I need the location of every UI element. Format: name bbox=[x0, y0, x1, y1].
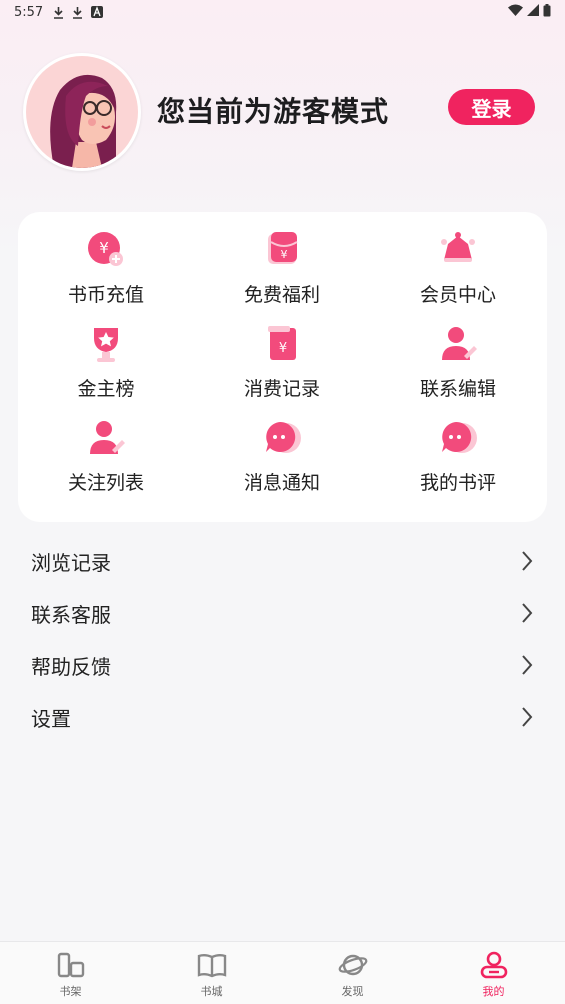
bottom-tab-bar: 书架 书城 发现 我的 bbox=[0, 941, 565, 1004]
feature-grid-card: ¥ 书币充值 ¥ 免费福利 会员中心 金主榜 ¥ 消费记录 联系编辑 关注列表 … bbox=[18, 212, 547, 522]
tab-label: 书城 bbox=[200, 985, 223, 998]
red-envelope-icon: ¥ bbox=[260, 228, 304, 272]
tab-mine[interactable]: 我的 bbox=[423, 942, 564, 1004]
user-avatar-illustration bbox=[26, 56, 138, 168]
grid-item-contact-editor[interactable]: 联系编辑 bbox=[370, 306, 546, 400]
status-time: 5:57 bbox=[14, 4, 44, 20]
grid-item-label: 我的书评 bbox=[419, 472, 496, 494]
grid-item-message-notifications[interactable]: 消息通知 bbox=[194, 400, 370, 494]
grid-item-top-sponsors[interactable]: 金主榜 bbox=[18, 306, 194, 400]
tab-label: 我的 bbox=[482, 985, 505, 998]
grid-item-follow-list[interactable]: 关注列表 bbox=[18, 400, 194, 494]
grid-item-label: 书币充值 bbox=[67, 284, 144, 306]
login-button[interactable]: 登录 bbox=[448, 89, 535, 125]
menu-item-label: 帮助反馈 bbox=[31, 654, 111, 679]
tab-bookshelf[interactable]: 书架 bbox=[0, 942, 141, 1004]
chevron-right-icon bbox=[522, 551, 533, 571]
contact-editor-icon bbox=[436, 322, 480, 366]
grid-item-label: 会员中心 bbox=[419, 284, 496, 306]
grid-item-label: 消息通知 bbox=[243, 472, 320, 494]
download-icon bbox=[53, 6, 64, 19]
grid-item-label: 免费福利 bbox=[243, 284, 320, 306]
grid-item-label: 联系编辑 bbox=[419, 378, 496, 400]
signal-icon bbox=[527, 4, 539, 20]
coin-recharge-icon: ¥ bbox=[84, 228, 128, 272]
grid-item-member-center[interactable]: 会员中心 bbox=[370, 212, 546, 306]
menu-item-label: 联系客服 bbox=[31, 602, 111, 627]
svg-text:¥: ¥ bbox=[279, 341, 287, 356]
chevron-right-icon bbox=[522, 655, 533, 675]
bill-icon: ¥ bbox=[260, 322, 304, 366]
status-bar: 5:57 bbox=[0, 0, 565, 24]
grid-item-my-reviews[interactable]: 我的书评 bbox=[370, 400, 546, 494]
menu-item-browsing-history[interactable]: 浏览记录 bbox=[0, 535, 565, 587]
profile-icon bbox=[480, 951, 507, 979]
tab-bookstore[interactable]: 书城 bbox=[141, 942, 282, 1004]
grid-item-free-benefits[interactable]: ¥ 免费福利 bbox=[194, 212, 370, 306]
wifi-icon bbox=[508, 4, 523, 20]
trophy-icon bbox=[84, 322, 128, 366]
menu-item-label: 设置 bbox=[31, 706, 71, 731]
planet-icon bbox=[338, 954, 367, 976]
guest-mode-title: 您当前为游客模式 bbox=[157, 95, 390, 128]
grid-item-label: 金主榜 bbox=[77, 378, 135, 400]
tab-label: 书架 bbox=[59, 985, 82, 998]
svg-text:¥: ¥ bbox=[281, 248, 288, 261]
battery-icon bbox=[543, 3, 551, 21]
menu-item-label: 浏览记录 bbox=[31, 550, 111, 575]
menu-item-help-feedback[interactable]: 帮助反馈 bbox=[0, 639, 565, 691]
menu-item-customer-service[interactable]: 联系客服 bbox=[0, 587, 565, 639]
menu-item-settings[interactable]: 设置 bbox=[0, 691, 565, 743]
download-icon bbox=[72, 6, 83, 19]
grid-item-coin-recharge[interactable]: ¥ 书币充值 bbox=[18, 212, 194, 306]
grid-item-label: 消费记录 bbox=[243, 378, 320, 400]
grid-item-label: 关注列表 bbox=[67, 472, 144, 494]
follow-list-icon bbox=[84, 416, 128, 460]
font-a-icon bbox=[91, 6, 104, 18]
tab-discover[interactable]: 发现 bbox=[282, 942, 423, 1004]
tab-label: 发现 bbox=[341, 985, 364, 998]
svg-text:¥: ¥ bbox=[99, 239, 109, 257]
grid-item-consumption-records[interactable]: ¥ 消费记录 bbox=[194, 306, 370, 400]
message-icon bbox=[260, 416, 304, 460]
avatar[interactable] bbox=[23, 53, 141, 171]
crown-icon bbox=[436, 228, 480, 272]
comment-icon bbox=[436, 416, 480, 460]
open-book-icon bbox=[197, 954, 226, 978]
bookshelf-icon bbox=[57, 952, 84, 978]
chevron-right-icon bbox=[522, 603, 533, 623]
chevron-right-icon bbox=[522, 707, 533, 727]
